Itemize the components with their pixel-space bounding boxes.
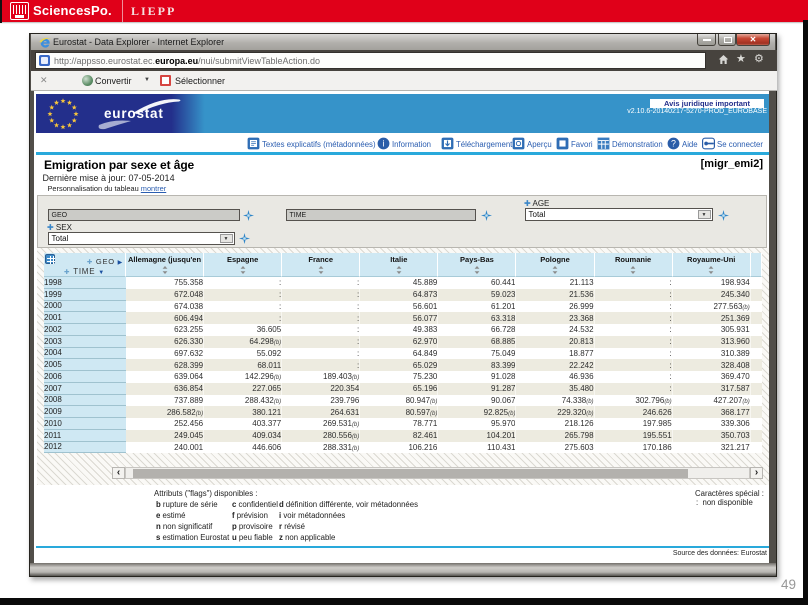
svg-text:i: i: [383, 139, 385, 149]
svg-text:?: ?: [671, 139, 676, 149]
